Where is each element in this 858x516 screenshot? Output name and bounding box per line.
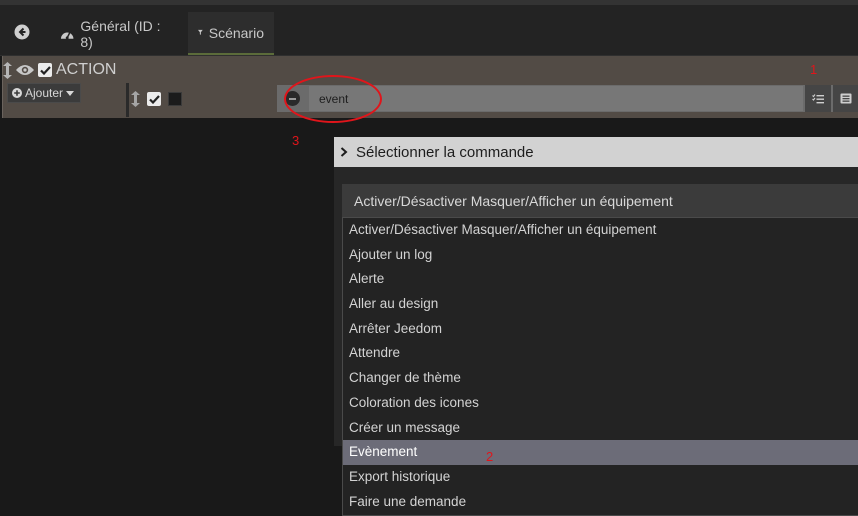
select-item-button[interactable] <box>833 85 858 112</box>
row-parallel-checkbox[interactable] <box>168 92 182 106</box>
arrow-left-circle-icon <box>14 24 30 40</box>
command-select[interactable]: Activer/Désactiver Masquer/Afficher un é… <box>342 184 858 217</box>
annotation-marker-2: 2 <box>486 449 494 464</box>
eye-icon[interactable] <box>16 64 34 76</box>
list-item[interactable]: Faire une demande <box>343 490 858 515</box>
list-item[interactable]: Export historique <box>343 465 858 490</box>
list-item-selected[interactable]: Evènement <box>343 440 858 465</box>
tab-general-label: Général (ID : 8) <box>80 17 161 50</box>
annotation-marker-3: 3 <box>292 133 300 148</box>
add-button-label: Ajouter <box>25 86 64 100</box>
row-divider <box>126 83 129 117</box>
list-item[interactable]: Activer/Désactiver Masquer/Afficher un é… <box>343 218 858 243</box>
checkmark-icon <box>39 65 51 75</box>
dialog-title-text: Sélectionner la commande <box>356 143 534 161</box>
row-controls <box>131 91 182 107</box>
list-box-icon <box>840 93 852 104</box>
filter-icon <box>198 29 203 35</box>
row-drag-handle-icon[interactable] <box>131 91 140 107</box>
dashboard-gauge-icon <box>60 31 74 39</box>
list-item[interactable]: Coloration des icones <box>343 391 858 416</box>
action-block: ACTION Ajouter <box>2 56 858 118</box>
back-button[interactable] <box>10 20 34 44</box>
add-dropdown-button[interactable]: Ajouter <box>7 83 81 103</box>
list-item[interactable]: Ajouter un log <box>343 243 858 268</box>
annotation-marker-1: 1 <box>810 62 818 77</box>
list-item[interactable]: Changer de thème <box>343 366 858 391</box>
caret-down-icon <box>66 90 75 96</box>
list-item[interactable]: Créer un message <box>343 416 858 441</box>
remove-command-button[interactable] <box>285 91 300 106</box>
command-input[interactable] <box>309 86 803 111</box>
tabs-bar: Général (ID : 8) Scénario <box>0 5 858 56</box>
select-command-dialog-title: Sélectionner la commande <box>334 137 858 167</box>
tab-scenario[interactable]: Scénario <box>188 12 274 55</box>
tab-scenario-label: Scénario <box>208 24 264 41</box>
action-enable-checkbox[interactable] <box>38 63 52 77</box>
action-header: ACTION <box>3 59 116 81</box>
select-command-button[interactable] <box>805 85 831 112</box>
checkmark-icon <box>148 94 160 104</box>
task-list-icon <box>812 93 824 103</box>
list-item[interactable]: Arrêter Jeedom <box>343 317 858 342</box>
list-item[interactable]: Aller au design <box>343 292 858 317</box>
row-enable-checkbox[interactable] <box>147 92 161 106</box>
plus-circle-icon <box>12 88 22 98</box>
command-row <box>277 85 858 112</box>
tab-general[interactable]: Général (ID : 8) <box>50 12 183 55</box>
action-title: ACTION <box>56 61 117 78</box>
command-option-list[interactable]: Activer/Désactiver Masquer/Afficher un é… <box>342 217 858 516</box>
command-select-value: Activer/Désactiver Masquer/Afficher un é… <box>354 192 673 209</box>
list-item[interactable]: Attendre <box>343 341 858 366</box>
list-item[interactable]: Alerte <box>343 267 858 292</box>
chevron-right-icon <box>340 147 348 157</box>
drag-handle-icon[interactable] <box>3 61 12 79</box>
